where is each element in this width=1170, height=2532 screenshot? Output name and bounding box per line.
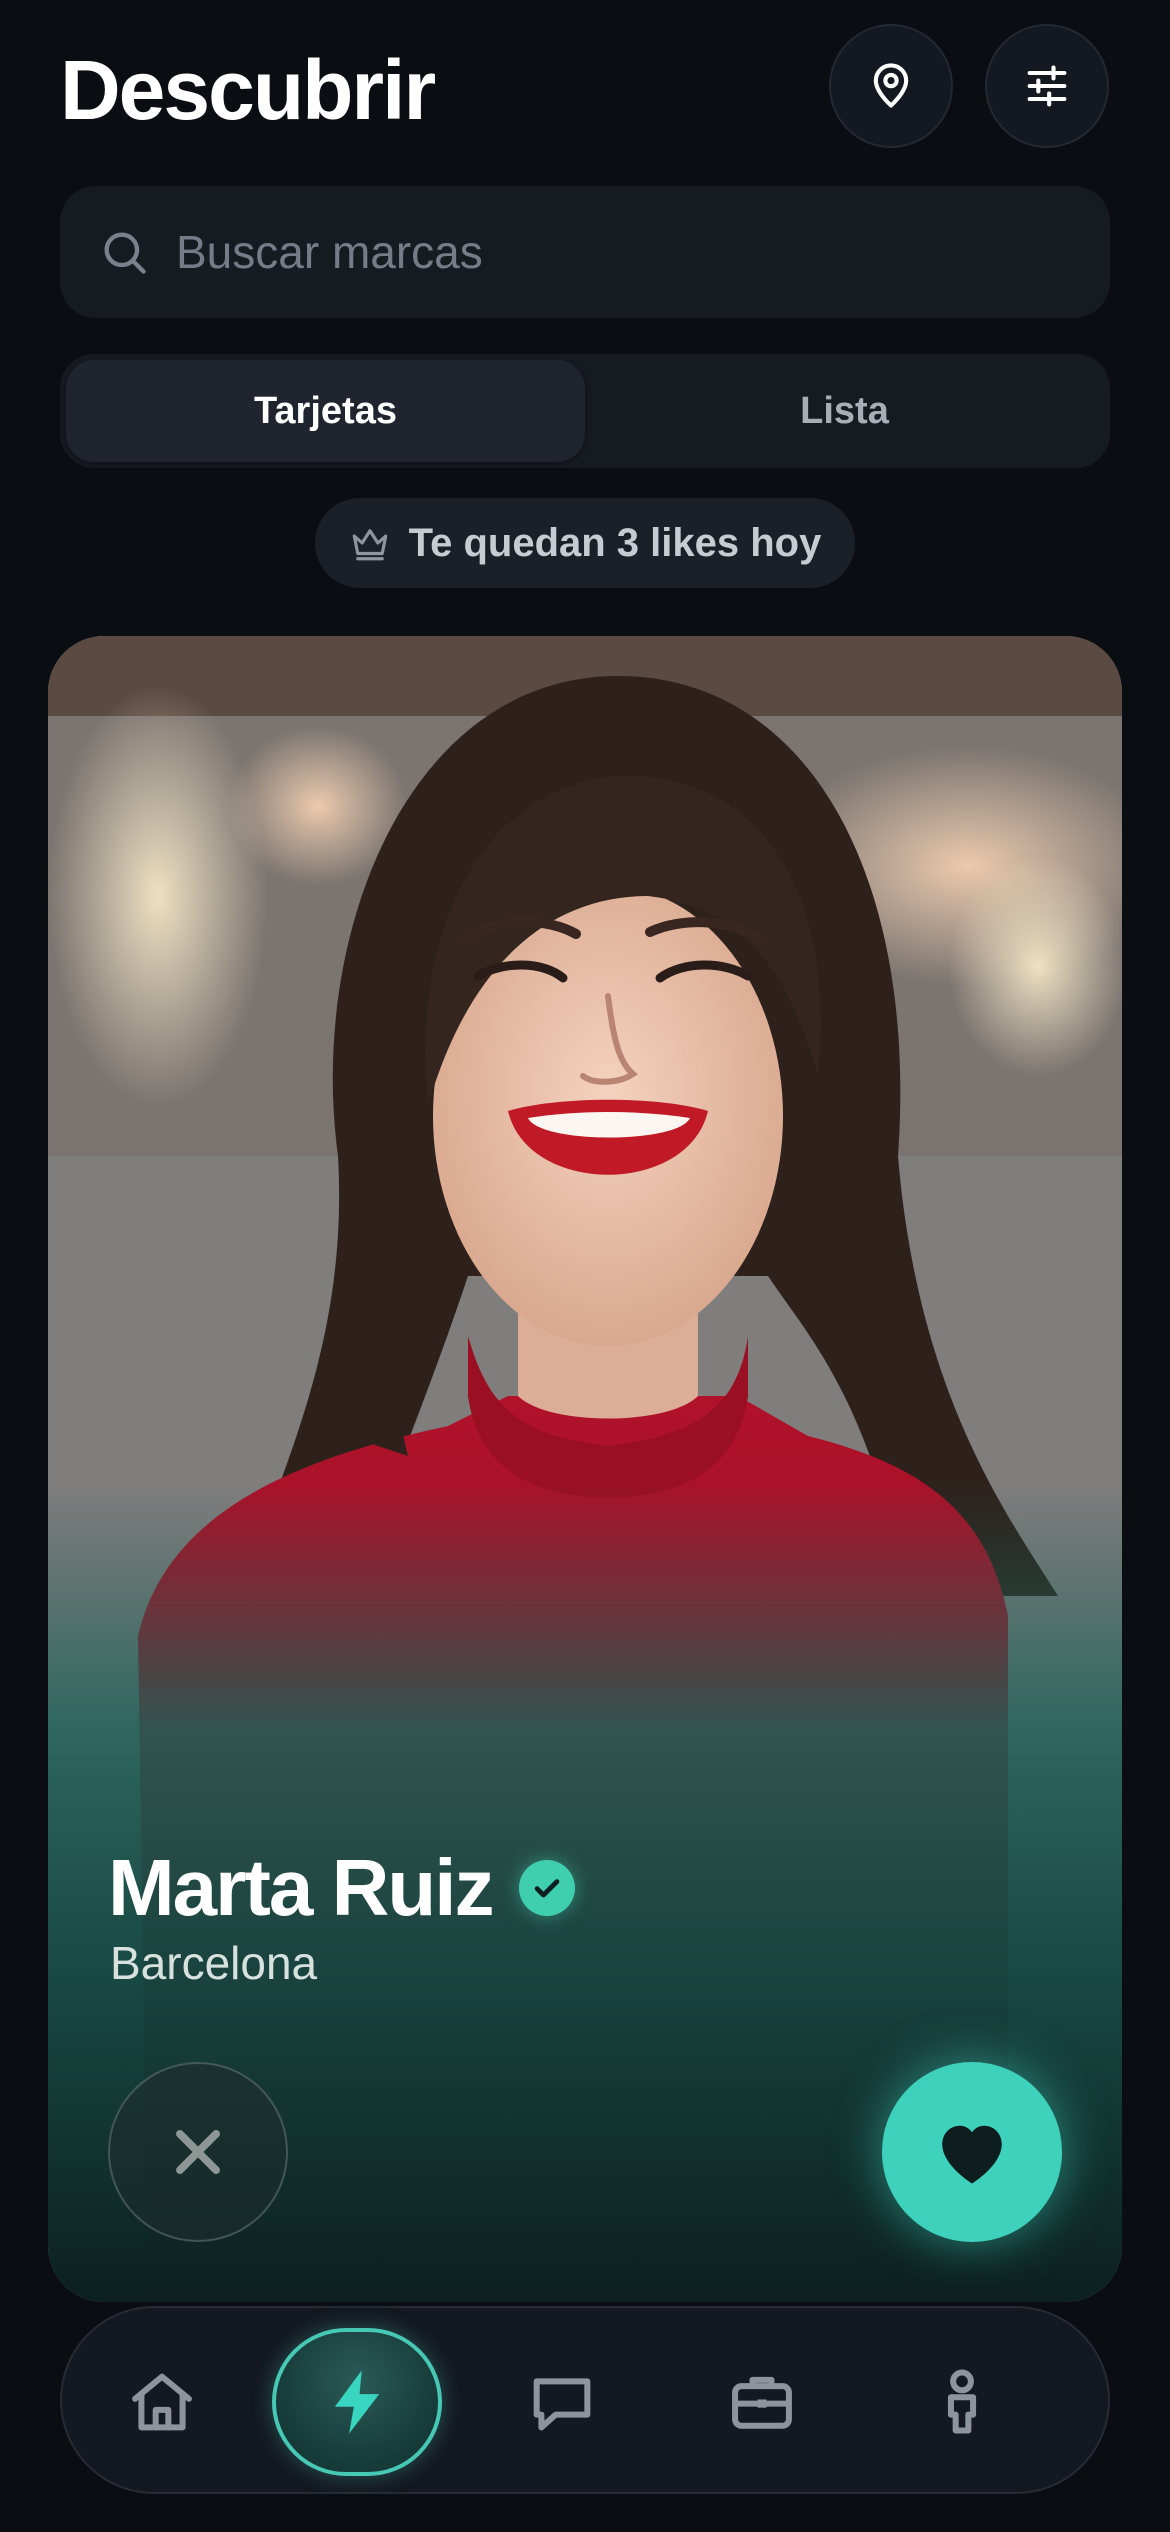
search-input[interactable] [176, 225, 1026, 279]
verified-badge [518, 1860, 575, 1916]
bottom-navigation [60, 2306, 1110, 2494]
tab-lista[interactable]: Lista [585, 360, 1104, 462]
person-icon [947, 2369, 977, 2434]
profile-name-row: Marta Ruiz [108, 1838, 575, 1938]
briefcase-icon [732, 2376, 792, 2429]
nav-profile[interactable] [877, 2308, 1047, 2496]
heart-icon [942, 2125, 1002, 2184]
discover-screen: Descubrir Tarjetas Lista Te [0, 0, 1170, 2532]
location-button[interactable] [829, 24, 953, 148]
nav-home[interactable] [77, 2308, 247, 2496]
page-title: Descubrir [60, 43, 436, 137]
nav-jobs[interactable] [677, 2308, 847, 2496]
nav-discover-active-bubble [272, 2328, 442, 2476]
likes-remaining-text: Te quedan 3 likes hoy [408, 520, 822, 565]
profile-name: Marta Ruiz [108, 1843, 494, 1932]
like-button[interactable] [882, 2062, 1062, 2242]
sliders-icon [1027, 65, 1067, 107]
view-toggle: Tarjetas Lista [60, 354, 1110, 468]
pass-button[interactable] [108, 2062, 288, 2242]
checkmark-icon [534, 1879, 559, 1898]
search-bar[interactable] [60, 186, 1110, 318]
filter-button[interactable] [985, 24, 1109, 148]
location-pin-icon [873, 63, 909, 108]
home-icon [132, 2373, 192, 2431]
close-icon [176, 2130, 220, 2174]
crown-icon [352, 529, 387, 561]
tab-tarjetas[interactable]: Tarjetas [66, 360, 585, 462]
nav-chat[interactable] [477, 2308, 647, 2496]
profile-city: Barcelona [110, 1937, 318, 1989]
search-icon [104, 232, 146, 274]
likes-remaining-badge: Te quedan 3 likes hoy [315, 498, 855, 588]
chat-icon [533, 2378, 591, 2431]
lightning-icon [334, 2370, 380, 2434]
nav-discover[interactable] [272, 2308, 442, 2496]
profile-card[interactable]: Marta Ruiz Barcelona [48, 636, 1122, 2302]
